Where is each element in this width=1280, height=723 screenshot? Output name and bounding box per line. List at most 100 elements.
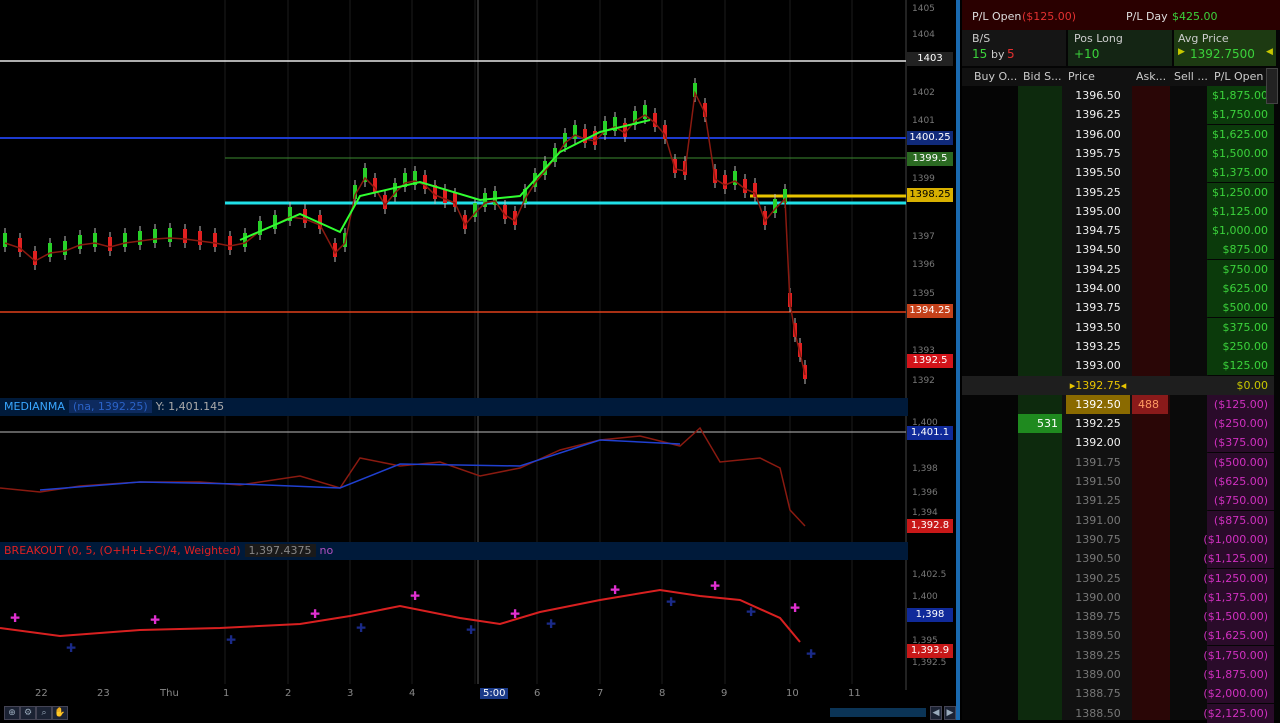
col-bid-size[interactable]: Bid S... [1023, 68, 1062, 86]
ladder-price[interactable]: 1395.25 [1066, 183, 1130, 202]
ladder-price[interactable]: 1391.00 [1066, 511, 1130, 530]
sell-arrow-icon: ✚ [790, 601, 800, 615]
ladder-price[interactable]: 1389.00 [1066, 665, 1130, 684]
ladder-row[interactable]: 1395.00 $1,125.00 [962, 201, 1274, 221]
ladder-row[interactable]: 1396.00 $1,625.00 [962, 124, 1274, 144]
ladder-row[interactable]: 1389.50 ($1,625.00) [962, 626, 1274, 646]
ask-size[interactable]: 488 [1132, 394, 1168, 414]
ladder-price[interactable]: 1392.50 [1066, 394, 1130, 414]
scroll-left-icon[interactable]: ◀ [930, 706, 942, 720]
ladder-price[interactable]: 1392.00 [1066, 433, 1130, 452]
time-tick: 11 [848, 688, 861, 699]
ladder-price[interactable]: 1389.50 [1066, 626, 1130, 645]
candle-body [243, 233, 247, 247]
col-ask-size[interactable]: Ask... [1136, 68, 1166, 86]
ladder-price[interactable]: 1390.50 [1066, 549, 1130, 568]
avg-arrow-left-icon: ▶ [1178, 47, 1185, 57]
ladder-price[interactable]: 1393.00 [1066, 356, 1130, 375]
ladder-price[interactable]: 1396.25 [1066, 105, 1130, 124]
avg-arrow-right-icon: ◀ [1266, 47, 1273, 57]
zoom-icon[interactable]: ⊕ [4, 706, 20, 720]
ladder-row[interactable]: 1395.75 $1,500.00 [962, 143, 1274, 163]
ladder-pl: ($250.00) [1213, 417, 1268, 431]
horizontal-scrollbar[interactable] [830, 708, 926, 717]
bid-size[interactable]: 531 [1018, 414, 1062, 434]
ladder-row[interactable]: 1392.50 ($125.00) 488 [962, 394, 1274, 414]
ladder-row[interactable]: 1390.25 ($1,250.00) [962, 568, 1274, 588]
ladder-price[interactable]: 1396.00 [1066, 125, 1130, 144]
ladder-price[interactable]: 1393.50 [1066, 318, 1130, 337]
ladder-row[interactable]: 1390.75 ($1,000.00) [962, 529, 1274, 549]
scroll-right-icon[interactable]: ▶ [944, 706, 956, 720]
breakout-tick: 1,400 [912, 592, 938, 602]
ladder-price[interactable]: 1394.25 [1066, 260, 1130, 279]
ladder-price[interactable]: 1388.75 [1066, 684, 1130, 703]
ladder-pl: $0.00 [1236, 378, 1269, 392]
ladder-row[interactable]: 1394.75 $1,000.00 [962, 221, 1274, 241]
pos-box: Pos Long +10 [1068, 30, 1172, 66]
breakout-pane [0, 560, 908, 684]
ladder-row[interactable]: 1388.75 ($2,000.00) [962, 684, 1274, 704]
ladder-row[interactable]: 1391.75 ($500.00) [962, 452, 1274, 472]
ladder-row[interactable]: 1394.50 $875.00 [962, 240, 1274, 260]
ladder-row[interactable]: 1389.00 ($1,875.00) [962, 665, 1274, 684]
ladder-price[interactable]: 1391.50 [1066, 472, 1130, 491]
col-sell-orders[interactable]: Sell ... [1174, 68, 1208, 86]
ladder-pl: ($875.00) [1213, 513, 1268, 527]
ladder-price[interactable]: 1394.50 [1066, 240, 1130, 259]
col-price[interactable]: Price [1068, 68, 1095, 86]
ladder-price[interactable]: 1395.75 [1066, 144, 1130, 163]
col-buy-orders[interactable]: Buy O... [974, 68, 1017, 86]
pos-value: +10 [1074, 47, 1100, 61]
ladder-price[interactable]: 1396.50 [1066, 86, 1130, 105]
ladder-price[interactable]: 1389.25 [1066, 646, 1130, 665]
ladder-row[interactable]: 1391.00 ($875.00) [962, 510, 1274, 530]
ladder-price[interactable]: 1391.75 [1066, 453, 1130, 472]
ladder-row[interactable]: 1389.75 ($1,500.00) [962, 607, 1274, 627]
search-icon[interactable]: ⌕ [36, 706, 52, 720]
ladder-price[interactable]: 1394.00 [1066, 279, 1130, 298]
ladder-row[interactable]: 1395.25 $1,250.00 [962, 182, 1274, 202]
ladder-price[interactable]: 1393.75 [1066, 298, 1130, 317]
level-tag: 1399.5 [907, 152, 953, 166]
ladder-row[interactable]: 1393.25 $250.00 [962, 336, 1274, 356]
ladder-row[interactable]: 1390.50 ($1,125.00) [962, 549, 1274, 569]
ladder-price[interactable]: 1392.25 [1066, 414, 1130, 433]
ladder-price[interactable]: 1390.00 [1066, 588, 1130, 607]
ladder-pl: ($375.00) [1213, 436, 1268, 450]
ladder-price[interactable]: 1393.25 [1066, 337, 1130, 356]
ladder-price[interactable]: 1395.50 [1066, 163, 1130, 182]
candle-body [63, 241, 67, 255]
ladder-row[interactable]: 1393.75 $500.00 [962, 298, 1274, 318]
buy-arrow-icon: ✚ [546, 617, 556, 631]
ladder-price[interactable]: 1395.00 [1066, 202, 1130, 221]
ladder-price[interactable]: 1390.25 [1066, 569, 1130, 588]
hand-icon[interactable]: ✋ [52, 706, 68, 720]
settings-icon[interactable]: ⚙ [20, 706, 36, 720]
ladder-row[interactable]: 1394.00 $625.00 [962, 279, 1274, 298]
ladder-row[interactable]: 1391.25 ($750.00) [962, 491, 1274, 511]
ladder-price[interactable]: 1390.75 [1066, 530, 1130, 549]
ladder-row[interactable]: 1396.50 $1,875.00 [962, 86, 1274, 105]
ladder-row[interactable]: 1394.25 $750.00 [962, 259, 1274, 279]
ladder-row[interactable]: 1393.00 $125.00 [962, 356, 1274, 376]
ladder-pl: ($1,375.00) [1203, 590, 1268, 604]
ladder-row[interactable]: 1389.25 ($1,750.00) [962, 645, 1274, 665]
ladder-row[interactable]: 1390.00 ($1,375.00) [962, 587, 1274, 607]
ladder-pl: $1,750.00 [1212, 108, 1268, 122]
ladder-price[interactable]: 1394.75 [1066, 221, 1130, 240]
chart-canvas[interactable]: ✚ ✚ ✚ ✚ ✚ ✚ ✚ ✚ ✚ ✚ ✚ ✚ ✚ ✚ ✚ ✚ [0, 0, 960, 720]
ladder-row[interactable]: 1392.00 ($375.00) [962, 433, 1274, 453]
ladder-price[interactable]: ▸1392.75◂ [1066, 376, 1130, 395]
ladder-row[interactable]: 1392.25 ($250.00) 531 [962, 414, 1274, 434]
ladder-price[interactable]: 1389.75 [1066, 607, 1130, 626]
ladder-row[interactable]: ▸1392.75◂ $0.00 [962, 375, 1274, 395]
chart-area[interactable]: ✚ ✚ ✚ ✚ ✚ ✚ ✚ ✚ ✚ ✚ ✚ ✚ ✚ ✚ ✚ ✚ 1405 1404 1402 1401 1399 139… [0, 0, 960, 720]
ladder-scroll-up[interactable] [1266, 68, 1278, 104]
ladder-row[interactable]: 1395.50 $1,375.00 [962, 163, 1274, 183]
ladder-row[interactable]: 1393.50 $375.00 [962, 317, 1274, 337]
col-pl-open[interactable]: P/L Open [1214, 68, 1263, 86]
ladder-price[interactable]: 1391.25 [1066, 491, 1130, 510]
ladder-row[interactable]: 1391.50 ($625.00) [962, 472, 1274, 491]
ladder-row[interactable]: 1396.25 $1,750.00 [962, 105, 1274, 125]
